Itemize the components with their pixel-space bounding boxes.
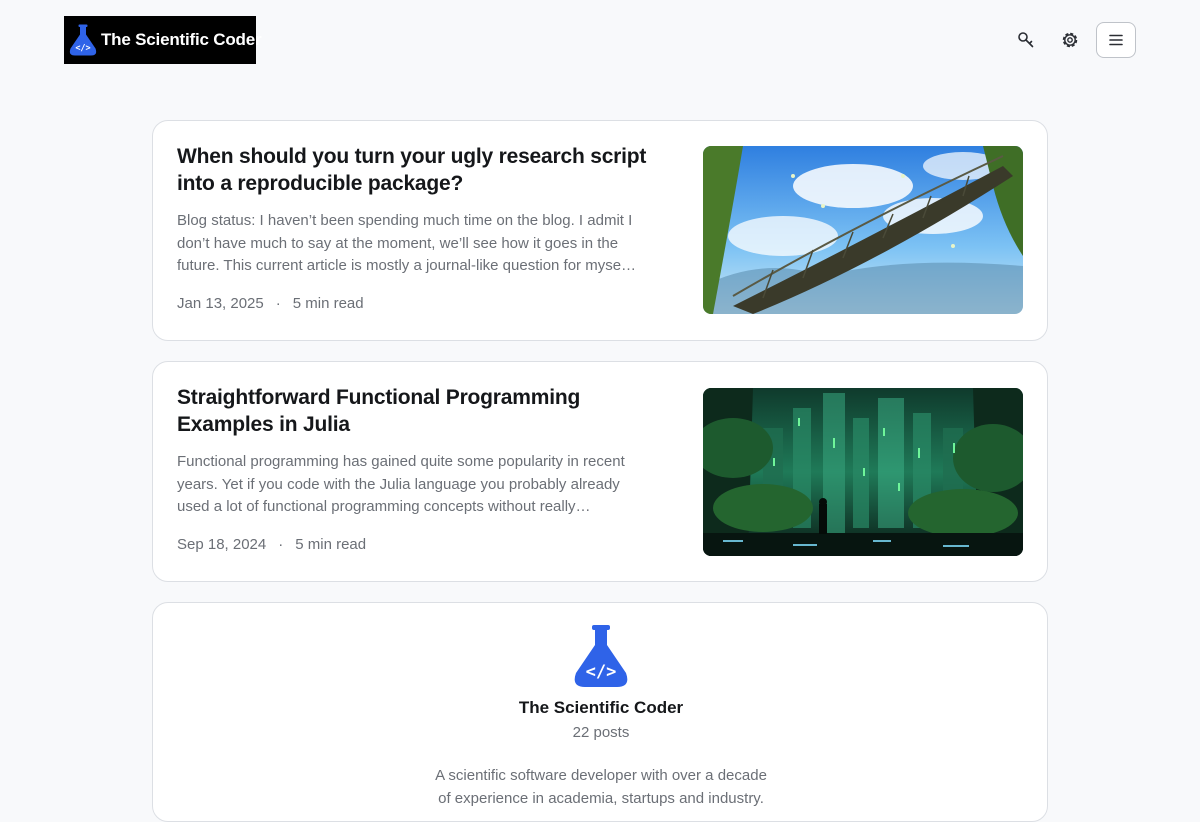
settings-button[interactable] (1050, 22, 1090, 58)
author-post-count: 22 posts (572, 724, 630, 741)
post-date: Sep 18, 2024 (177, 536, 267, 553)
flask-code-icon: </> (69, 24, 97, 56)
author-name[interactable]: The Scientific Coder (153, 698, 1047, 718)
svg-text:</>: </> (586, 662, 617, 682)
meta-separator: · (278, 536, 284, 553)
search-key-icon (1018, 32, 1034, 48)
meta-separator: · (275, 295, 281, 312)
menu-button[interactable] (1096, 22, 1136, 58)
flask-code-icon: </> (574, 625, 628, 687)
post-thumbnail[interactable] (703, 388, 1023, 556)
author-card: </> The Scientific Coder 22 posts A scie… (152, 602, 1048, 822)
digital-forest-image (703, 388, 1023, 556)
post-meta: Jan 13, 2025 · 5 min read (177, 295, 364, 312)
post-read-time: 5 min read (295, 536, 367, 553)
gear-icon (1062, 32, 1078, 48)
post-card[interactable]: Straightforward Functional Programming E… (152, 361, 1048, 582)
post-title[interactable]: When should you turn your ugly research … (177, 143, 647, 197)
post-excerpt: Functional programming has gained quite … (177, 453, 625, 515)
post-title[interactable]: Straightforward Functional Programming E… (177, 384, 647, 438)
author-bio: A scientific software developer with ove… (435, 767, 767, 807)
bridge-sky-image (703, 146, 1023, 314)
post-card[interactable]: When should you turn your ugly research … (152, 120, 1048, 341)
post-date: Jan 13, 2025 (177, 295, 264, 312)
post-meta: Sep 18, 2024 · 5 min read (177, 536, 366, 553)
search-button[interactable] (1006, 22, 1046, 58)
site-logo[interactable]: </> The Scientific Coder (64, 16, 262, 64)
site-logo-text: The Scientific Coder (101, 30, 262, 49)
post-thumbnail[interactable] (703, 146, 1023, 314)
svg-text:</>: </> (75, 44, 90, 54)
post-excerpt: Blog status: I haven’t been spending muc… (177, 212, 637, 274)
hamburger-menu-icon (1109, 34, 1123, 46)
site-header: </> The Scientific Coder (0, 0, 1200, 80)
post-read-time: 5 min read (292, 295, 364, 312)
